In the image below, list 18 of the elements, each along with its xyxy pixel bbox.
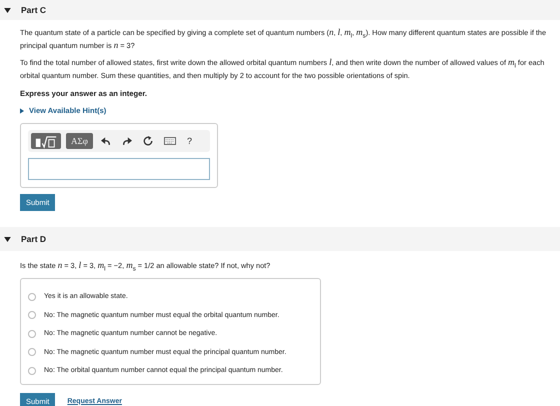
reset-icon: [142, 136, 153, 146]
radio-button[interactable]: [28, 366, 36, 375]
caret-icon: [4, 236, 11, 242]
help-button[interactable]: ?: [184, 133, 195, 150]
radio-button[interactable]: [28, 292, 36, 301]
redo-icon: [122, 136, 132, 146]
answer-field[interactable]: [28, 158, 210, 180]
root-template-icon: [34, 134, 58, 149]
radio-button[interactable]: [28, 311, 36, 320]
caret-icon: [4, 8, 11, 12]
part-header[interactable]: Part C: [0, 0, 560, 20]
undo-icon: [100, 136, 111, 146]
radio-button[interactable]: [28, 330, 36, 338]
keyboard-icon: [164, 137, 176, 146]
templates-button[interactable]: [31, 133, 61, 150]
part-header[interactable]: Part D: [0, 227, 560, 252]
radio-button[interactable]: [28, 348, 36, 356]
symbols-button[interactable]: ΑΣφ: [66, 133, 93, 150]
